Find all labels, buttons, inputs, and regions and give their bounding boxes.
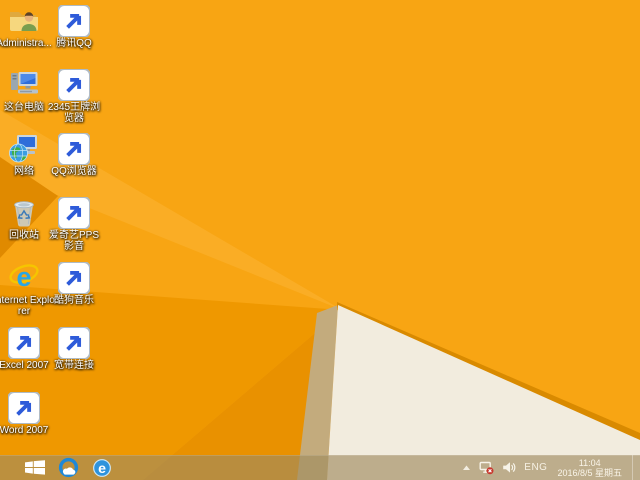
qq-penguin-icon [58,4,90,37]
svg-text:e: e [98,461,106,477]
taskbar-qq-browser-button[interactable] [55,455,82,480]
desktop-icon-2345-browser[interactable]: e 2345王牌浏览器 [42,68,106,124]
network-globe-icon [8,132,40,164]
taskbar: e ENG 11:04 2016/8/5 星期五 [0,455,640,480]
ie-taskbar-icon: e [93,458,111,477]
kugou-k-icon: K [58,261,90,294]
broadband-monitors-icon [58,326,90,359]
desktop-icon-iqiyi-pps[interactable]: iQIYI 爱奇艺PPS 影音 [42,196,106,252]
svg-text:e: e [16,262,31,292]
show-hidden-icons-button[interactable] [462,464,471,472]
system-tray: ENG 11:04 2016/8/5 星期五 [462,455,640,480]
taskbar-ie-button[interactable]: e [89,455,115,480]
iqiyi-icon: iQIYI [58,196,90,229]
icon-label: 2345王牌浏览器 [47,102,101,124]
shortcut-arrow-icon [58,133,90,165]
user-folder-icon [8,4,40,36]
shortcut-arrow-icon [8,327,40,359]
network-status-icon[interactable] [479,461,494,475]
excel-icon: X [8,326,40,359]
shortcut-arrow-icon [58,327,90,359]
desktop-icon-word-2007[interactable]: W Word 2007 [0,391,56,436]
shortcut-arrow-icon [58,69,90,101]
icon-label: 爱奇艺PPS 影音 [48,230,99,252]
icon-label: 宽带连接 [54,360,94,371]
clock[interactable]: 11:04 2016/8/5 星期五 [555,456,624,480]
shortcut-arrow-icon [8,392,40,424]
blue-e-browser-icon: e [58,68,90,101]
desktop-icon-broadband-connection[interactable]: 宽带连接 [42,326,106,371]
icon-label: QQ浏览器 [51,166,97,177]
internet-explorer-icon: e [8,261,40,293]
icon-label: 酷狗音乐 [54,295,94,306]
network-disconnected-icon [479,461,494,474]
shortcut-arrow-icon [58,5,90,37]
volume-icon[interactable] [502,461,516,474]
desktop-icon-qq-browser[interactable]: QQ浏览器 [42,132,106,177]
tray-date: 2016/8/5 星期五 [557,467,622,478]
windows-logo-icon [25,460,45,475]
taskbar-left: e [0,455,115,480]
icon-label: Word 2007 [0,425,49,436]
shortcut-arrow-icon [58,262,90,294]
start-button[interactable] [22,455,48,480]
desktop-icon-tencent-qq[interactable]: 腾讯QQ [42,4,106,49]
show-desktop-button[interactable] [632,455,637,480]
shortcut-arrow-icon [58,197,90,229]
desktop-screen: Administra... 腾讯QQ 这台电脑 2345王牌浏览器 网络 QQ浏… [0,0,640,480]
speaker-icon [503,462,516,473]
recycle-bin-icon [8,196,40,228]
tray-time: 11:04 [578,457,601,468]
word-icon: W [8,391,40,424]
chevron-up-icon [463,465,471,470]
qq-browser-ring-cloud-icon [58,132,90,165]
language-indicator[interactable]: ENG [524,462,547,473]
icon-label: 腾讯QQ [56,38,92,49]
qq-browser-taskbar-icon [58,457,79,478]
computer-icon [8,68,40,100]
desktop-icon-kugou-music[interactable]: K 酷狗音乐 [42,261,106,306]
